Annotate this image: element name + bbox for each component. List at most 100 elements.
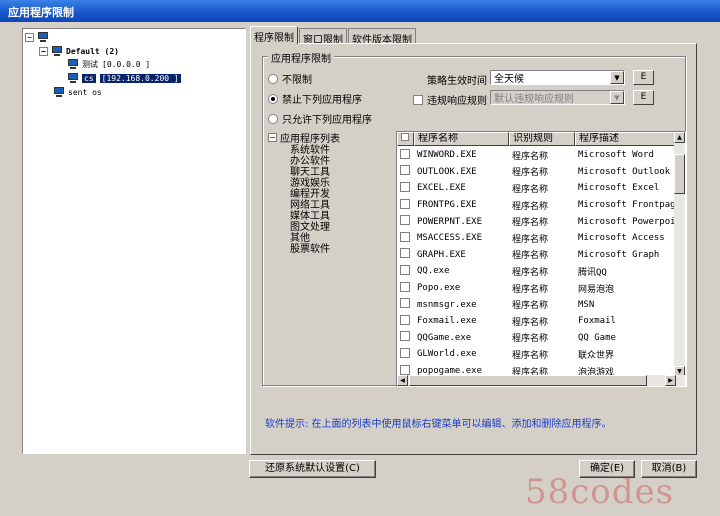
program-name-cell: GLWorld.exe	[417, 349, 477, 360]
tab-window-limit[interactable]: 窗口限制	[299, 28, 347, 46]
table-row[interactable]: GRAPH.EXE 程序名称 Microsoft Graph	[397, 247, 677, 264]
radio-circle[interactable]	[268, 93, 278, 104]
violation-checkbox[interactable]	[413, 94, 423, 105]
row-check-cell[interactable]	[397, 264, 414, 278]
table-row[interactable]: QQGame.exe 程序名称 QQ Game	[397, 330, 677, 347]
row-checkbox[interactable]	[400, 215, 410, 226]
tree-root[interactable]: −	[25, 32, 52, 43]
list-header: 程序名称 识别规则 程序描述	[397, 132, 677, 146]
dropdown-arrow-icon[interactable]: ▼	[610, 91, 624, 104]
rule-cell: 程序名称	[512, 218, 549, 229]
table-row[interactable]: WINWORD.EXE 程序名称 Microsoft Word	[397, 147, 677, 164]
row-checkbox[interactable]	[400, 198, 410, 209]
radio-forbid-listed[interactable]: 禁止下列应用程序	[268, 91, 362, 106]
tree-item-extra[interactable]: sent os	[53, 87, 102, 98]
row-checkbox[interactable]	[400, 248, 410, 259]
row-check-cell[interactable]	[397, 298, 414, 311]
collapse-icon[interactable]: −	[39, 47, 48, 56]
row-check-cell[interactable]	[397, 148, 414, 162]
rule-cell: 程序名称	[512, 334, 549, 345]
rule-cell: 程序名称	[512, 317, 549, 328]
row-checkbox[interactable]	[400, 314, 410, 325]
row-check-cell[interactable]	[397, 231, 414, 245]
radio-label: 不限制	[282, 75, 312, 86]
window-title-bar: 应用程序限制	[0, 0, 720, 22]
row-checkbox[interactable]	[400, 231, 410, 242]
program-list[interactable]: 程序名称 识别规则 程序描述 WINWORD.EXE 程序名称 Microsoft …	[396, 131, 686, 387]
tab-software-version-limit[interactable]: 软件版本限制	[348, 28, 416, 46]
category-item[interactable]: 股票软件	[290, 240, 330, 255]
tree-extra-label: sent os	[68, 88, 102, 97]
row-checkbox[interactable]	[400, 165, 410, 176]
row-checkbox[interactable]	[400, 347, 410, 358]
scroll-left-icon[interactable]: ◀	[397, 375, 408, 386]
table-row[interactable]: QQ.exe 程序名称 腾讯QQ	[397, 263, 677, 280]
column-header-desc[interactable]: 程序描述	[575, 132, 677, 146]
scroll-right-icon[interactable]: ▶	[665, 375, 676, 386]
radio-circle[interactable]	[268, 113, 278, 124]
program-name-cell: QQGame.exe	[417, 332, 472, 343]
dropdown-arrow-icon[interactable]: ▼	[610, 71, 624, 84]
row-checkbox[interactable]	[400, 281, 410, 292]
category-tree[interactable]: − 应用程序列表 系统软件 办公软件 聊天工具 游戏娱乐 编程开发 网络工具 媒…	[268, 130, 395, 373]
row-checkbox[interactable]	[400, 298, 410, 309]
radio-circle[interactable]	[268, 73, 278, 84]
table-row[interactable]: POWERPNT.EXE 程序名称 Microsoft Powerpoint	[397, 213, 677, 230]
scroll-thumb[interactable]	[674, 154, 685, 194]
description-cell: 腾讯QQ	[578, 267, 607, 278]
row-checkbox[interactable]	[400, 331, 410, 342]
collapse-icon[interactable]: −	[268, 133, 277, 142]
row-check-cell[interactable]	[397, 281, 414, 295]
restore-defaults-button[interactable]: 还原系统默认设置(C)	[249, 460, 376, 478]
policy-time-edit-button[interactable]: E	[633, 70, 654, 85]
description-cell: Foxmail	[578, 316, 616, 327]
tab-program-limit[interactable]: 程序限制	[250, 26, 298, 44]
row-checkbox[interactable]	[400, 364, 410, 375]
row-check-cell[interactable]	[397, 314, 414, 328]
table-row[interactable]: FRONTPG.EXE 程序名称 Microsoft Frontpage	[397, 197, 677, 214]
collapse-icon[interactable]: −	[25, 33, 34, 42]
group-title: 应用程序限制	[268, 50, 334, 65]
row-check-cell[interactable]	[397, 248, 414, 261]
table-row[interactable]: MSACCESS.EXE 程序名称 Microsoft Access	[397, 230, 677, 247]
table-row[interactable]: Foxmail.exe 程序名称 Foxmail	[397, 313, 677, 330]
window-title: 应用程序限制	[8, 6, 74, 19]
column-header-rule[interactable]: 识别规则	[509, 132, 575, 146]
table-row[interactable]: msnmsgr.exe 程序名称 MSN	[397, 296, 677, 313]
row-check-cell[interactable]	[397, 198, 414, 212]
scroll-thumb-horizontal[interactable]	[409, 375, 647, 386]
row-checkbox[interactable]	[400, 181, 410, 192]
column-header-check[interactable]	[397, 132, 414, 146]
violation-rule-select[interactable]: 默认违规响应规则 ▼	[490, 90, 625, 105]
row-checkbox[interactable]	[400, 264, 410, 275]
radio-label: 禁止下列应用程序	[282, 95, 362, 106]
row-checkbox[interactable]	[400, 148, 410, 159]
violation-edit-button[interactable]: E	[633, 90, 654, 105]
table-row[interactable]: GLWorld.exe 程序名称 联众世界	[397, 346, 677, 363]
tree-group-default[interactable]: − Default (2)	[39, 46, 119, 57]
radio-allow-only-listed[interactable]: 只允许下列应用程序	[268, 111, 372, 126]
column-header-name[interactable]: 程序名称	[414, 132, 509, 146]
computer-ip: [0.0.0.0 ]	[102, 60, 151, 69]
table-row[interactable]: EXCEL.EXE 程序名称 Microsoft Excel	[397, 180, 677, 197]
row-check-cell[interactable]	[397, 347, 414, 361]
scroll-up-icon[interactable]: ▲	[674, 132, 685, 143]
description-cell: Microsoft Graph	[578, 249, 660, 260]
rule-cell: 程序名称	[512, 184, 549, 195]
radio-no-limit[interactable]: 不限制	[268, 71, 312, 86]
row-check-cell[interactable]	[397, 331, 414, 344]
program-name-cell: MSACCESS.EXE	[417, 233, 483, 244]
tree-computer[interactable]: 测试 [0.0.0.0 ]	[67, 59, 150, 70]
tree-computer-selected[interactable]: cs [192.168.0.200 ]	[67, 73, 181, 84]
row-check-cell[interactable]	[397, 215, 414, 228]
policy-time-select[interactable]: 全天候 ▼	[490, 70, 625, 85]
computer-tree[interactable]: − − Default (2) 测试 [0.0.0.0 ] cs [192.16…	[22, 28, 246, 454]
row-check-cell[interactable]	[397, 181, 414, 195]
table-row[interactable]: OUTLOOK.EXE 程序名称 Microsoft Outlook	[397, 164, 677, 181]
violation-checkbox-row[interactable]: 违规响应规则	[413, 92, 487, 107]
horizontal-scrollbar[interactable]: ◀ ▶	[397, 375, 685, 386]
rule-cell: 程序名称	[512, 234, 549, 245]
vertical-scrollbar[interactable]: ▲ ▼	[674, 132, 685, 377]
row-check-cell[interactable]	[397, 165, 414, 178]
table-row[interactable]: Popo.exe 程序名称 网易泡泡	[397, 280, 677, 297]
